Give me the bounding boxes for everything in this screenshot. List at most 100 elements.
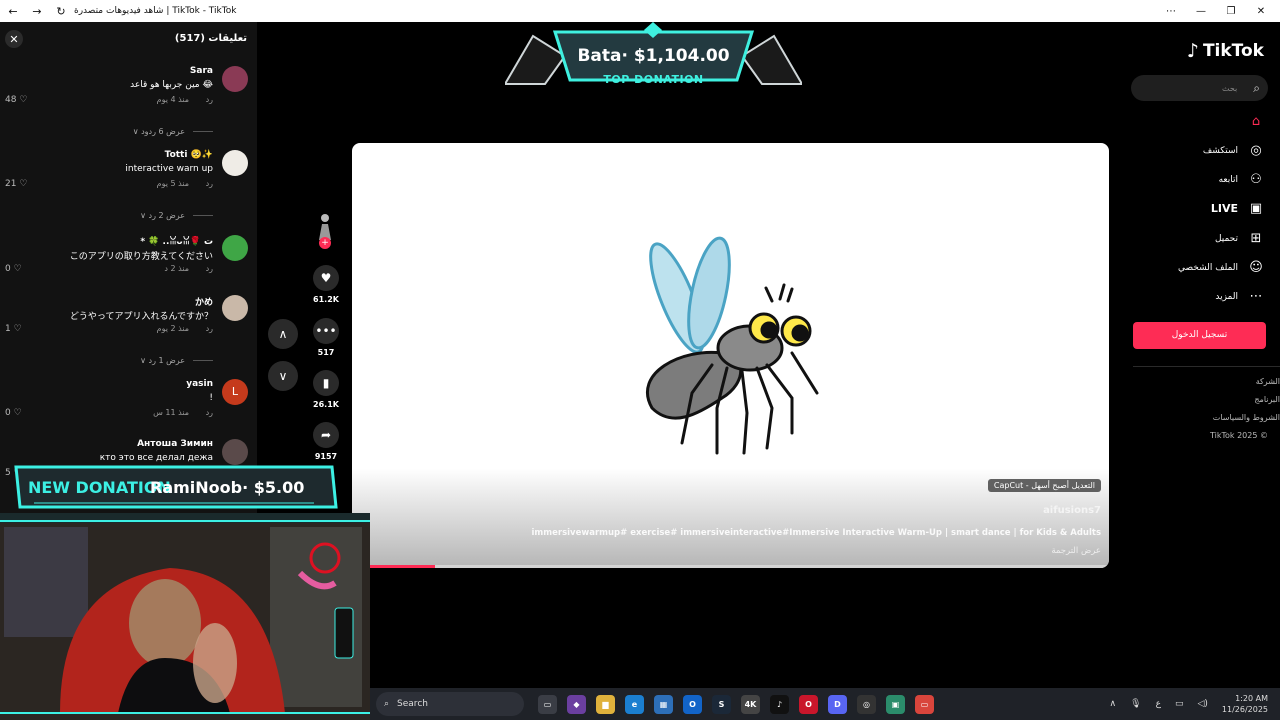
- heart-outline-icon: ♡: [19, 95, 28, 105]
- clock[interactable]: 1:20 AM 11/26/2025: [1222, 693, 1268, 715]
- file-explorer-icon[interactable]: ▆: [596, 694, 615, 714]
- comment-username[interactable]: Sara: [190, 66, 213, 76]
- language-indicator[interactable]: ع: [1156, 699, 1161, 709]
- forward-icon[interactable]: →: [30, 4, 44, 18]
- chevron-up-tray-icon[interactable]: ∧: [1110, 699, 1117, 709]
- footer-company-link[interactable]: الشركة: [1256, 377, 1280, 386]
- obs-icon[interactable]: ◎: [857, 694, 876, 714]
- comment-reply-link[interactable]: رد: [206, 95, 213, 104]
- share-action[interactable]: ➦ 9157: [311, 422, 341, 461]
- comment-username[interactable]: Totti 🥺✨: [165, 150, 213, 160]
- comment-avatar[interactable]: L: [222, 379, 248, 405]
- widgets-icon[interactable]: ◆: [567, 694, 586, 714]
- taskview-icon[interactable]: ▭: [538, 694, 557, 714]
- comment-avatar[interactable]: [222, 235, 248, 261]
- comment-time: منذ 2 يوم: [156, 324, 190, 333]
- streamlabs-icon[interactable]: ▭: [915, 694, 934, 714]
- comment-username[interactable]: かめ: [195, 295, 213, 308]
- footer-terms-link[interactable]: الشروط والسياسات: [1213, 413, 1280, 422]
- minimize-icon[interactable]: —: [1194, 6, 1208, 17]
- chevron-down-icon: ∨: [140, 211, 146, 220]
- comment-avatar[interactable]: [222, 295, 248, 321]
- tiktok-note-icon: ♪: [1186, 40, 1199, 62]
- heart-icon[interactable]: ♥: [313, 265, 339, 291]
- more-icon[interactable]: ⋯: [1164, 6, 1178, 17]
- nav-live[interactable]: LIVE ▣: [1211, 201, 1264, 216]
- translate-link[interactable]: عرض الترجمة: [1051, 546, 1101, 556]
- follow-plus-button[interactable]: +: [319, 237, 331, 249]
- opera-icon[interactable]: O: [799, 694, 818, 714]
- like-count: 61.2K: [313, 295, 339, 304]
- comment-avatar[interactable]: [222, 66, 248, 92]
- video-progress-bar[interactable]: [352, 565, 1109, 568]
- comment-like[interactable]: 21 ♡: [5, 179, 27, 189]
- reload-icon[interactable]: ↻: [54, 4, 68, 18]
- share-icon[interactable]: ➦: [313, 422, 339, 448]
- comment-count: 517: [317, 348, 335, 357]
- app-icon[interactable]: ▣: [886, 694, 905, 714]
- save-action[interactable]: ▮ 26.1K: [311, 370, 341, 409]
- comment-username[interactable]: Антоша Зимин: [137, 439, 213, 449]
- comment-reply-link[interactable]: رد: [206, 408, 213, 417]
- outlook-icon[interactable]: O: [683, 694, 702, 714]
- comment-like-count: 21: [5, 179, 17, 189]
- back-icon[interactable]: ←: [6, 4, 20, 18]
- comment-reply-link[interactable]: رد: [206, 324, 213, 333]
- comment-username[interactable]: * 🍀 ..ꈍᴗꈍ🌹 ت: [140, 235, 213, 247]
- comment-like[interactable]: 48 ♡: [5, 95, 27, 105]
- nav-following[interactable]: اتابعه ⚇: [1219, 172, 1264, 187]
- view-replies-link[interactable]: ∨ عرض 1 رد: [140, 356, 213, 365]
- taskbar-search[interactable]: ⌕ Search: [376, 692, 524, 716]
- window-title: شاهد فيديوهات متصدرة | TikTok - TikTok: [74, 6, 237, 16]
- comment-avatar[interactable]: [222, 150, 248, 176]
- bookmark-icon[interactable]: ▮: [313, 370, 339, 396]
- previous-video-button[interactable]: ∧: [268, 319, 298, 349]
- view-replies-link[interactable]: ∨ عرض 6 ردود: [133, 127, 213, 136]
- nav-profile[interactable]: الملف الشخصي ☺: [1178, 260, 1264, 275]
- search-icon[interactable]: ⌕: [1253, 81, 1260, 96]
- 4k-icon[interactable]: 4K: [741, 694, 760, 714]
- nav-explore[interactable]: استكشف ◎: [1203, 143, 1264, 158]
- comment-action[interactable]: ••• 517: [311, 318, 341, 357]
- next-video-button[interactable]: ∨: [268, 361, 298, 391]
- capcut-badge[interactable]: CapCut - التعديل أصبح أسهل: [987, 479, 1101, 492]
- discord-icon[interactable]: D: [828, 694, 847, 714]
- more-dots-icon: ⋯: [1249, 289, 1263, 304]
- close-comments-button[interactable]: ✕: [5, 30, 23, 48]
- volume-icon[interactable]: ◁): [1197, 699, 1207, 709]
- edge-icon[interactable]: e: [625, 694, 644, 714]
- search-input[interactable]: بحث ⌕: [1131, 75, 1268, 101]
- microphone-icon[interactable]: 🎙: [1130, 699, 1141, 709]
- restore-icon[interactable]: ❐: [1224, 6, 1238, 17]
- tiktok-logo[interactable]: ♪ TikTok: [1187, 40, 1264, 62]
- comment-username[interactable]: yasin: [186, 379, 213, 389]
- like-action[interactable]: ♥ 61.2K: [311, 265, 341, 304]
- following-icon: ⚇: [1250, 172, 1262, 187]
- comment-text: مين جربها هو قاعد 😂: [130, 80, 213, 90]
- video-player[interactable]: CapCut - التعديل أصبح أسهل aifusions7 im…: [352, 143, 1109, 568]
- nav-upload[interactable]: تحميل ⊞: [1215, 231, 1264, 246]
- comment-avatar[interactable]: [222, 439, 248, 465]
- view-replies-label: عرض 1 رد: [148, 356, 185, 365]
- login-button[interactable]: تسجيل الدخول: [1133, 322, 1266, 349]
- comment-time: منذ 5 يوم: [156, 179, 190, 188]
- network-icon[interactable]: ▭: [1175, 699, 1184, 709]
- store-icon[interactable]: ▦: [654, 694, 673, 714]
- tiktok-icon[interactable]: ♪: [770, 694, 789, 714]
- comment-like[interactable]: 1 ♡: [5, 324, 22, 334]
- comment-meta: رد منذ 5 يوم: [157, 179, 213, 188]
- nav-home[interactable]: ⌂: [1238, 114, 1264, 129]
- steam-icon[interactable]: S: [712, 694, 731, 714]
- comment-reply-link[interactable]: رد: [206, 179, 213, 188]
- view-replies-link[interactable]: ∨ عرض 2 رد: [140, 211, 213, 220]
- nav-more[interactable]: المزيد ⋯: [1215, 289, 1264, 304]
- comment-like[interactable]: 0 ♡: [5, 264, 22, 274]
- comment-like[interactable]: 0 ♡: [5, 408, 22, 418]
- video-username[interactable]: aifusions7: [1043, 505, 1101, 516]
- close-icon[interactable]: ✕: [1254, 6, 1268, 17]
- comment-icon[interactable]: •••: [313, 318, 339, 344]
- footer-program-link[interactable]: البرنامج: [1254, 395, 1280, 404]
- comment-reply-link[interactable]: رد: [206, 264, 213, 273]
- taskbar-search-icon: ⌕: [384, 699, 390, 709]
- top-donation-banner: Bata· $1,104.00 TOP DONATION: [505, 22, 802, 86]
